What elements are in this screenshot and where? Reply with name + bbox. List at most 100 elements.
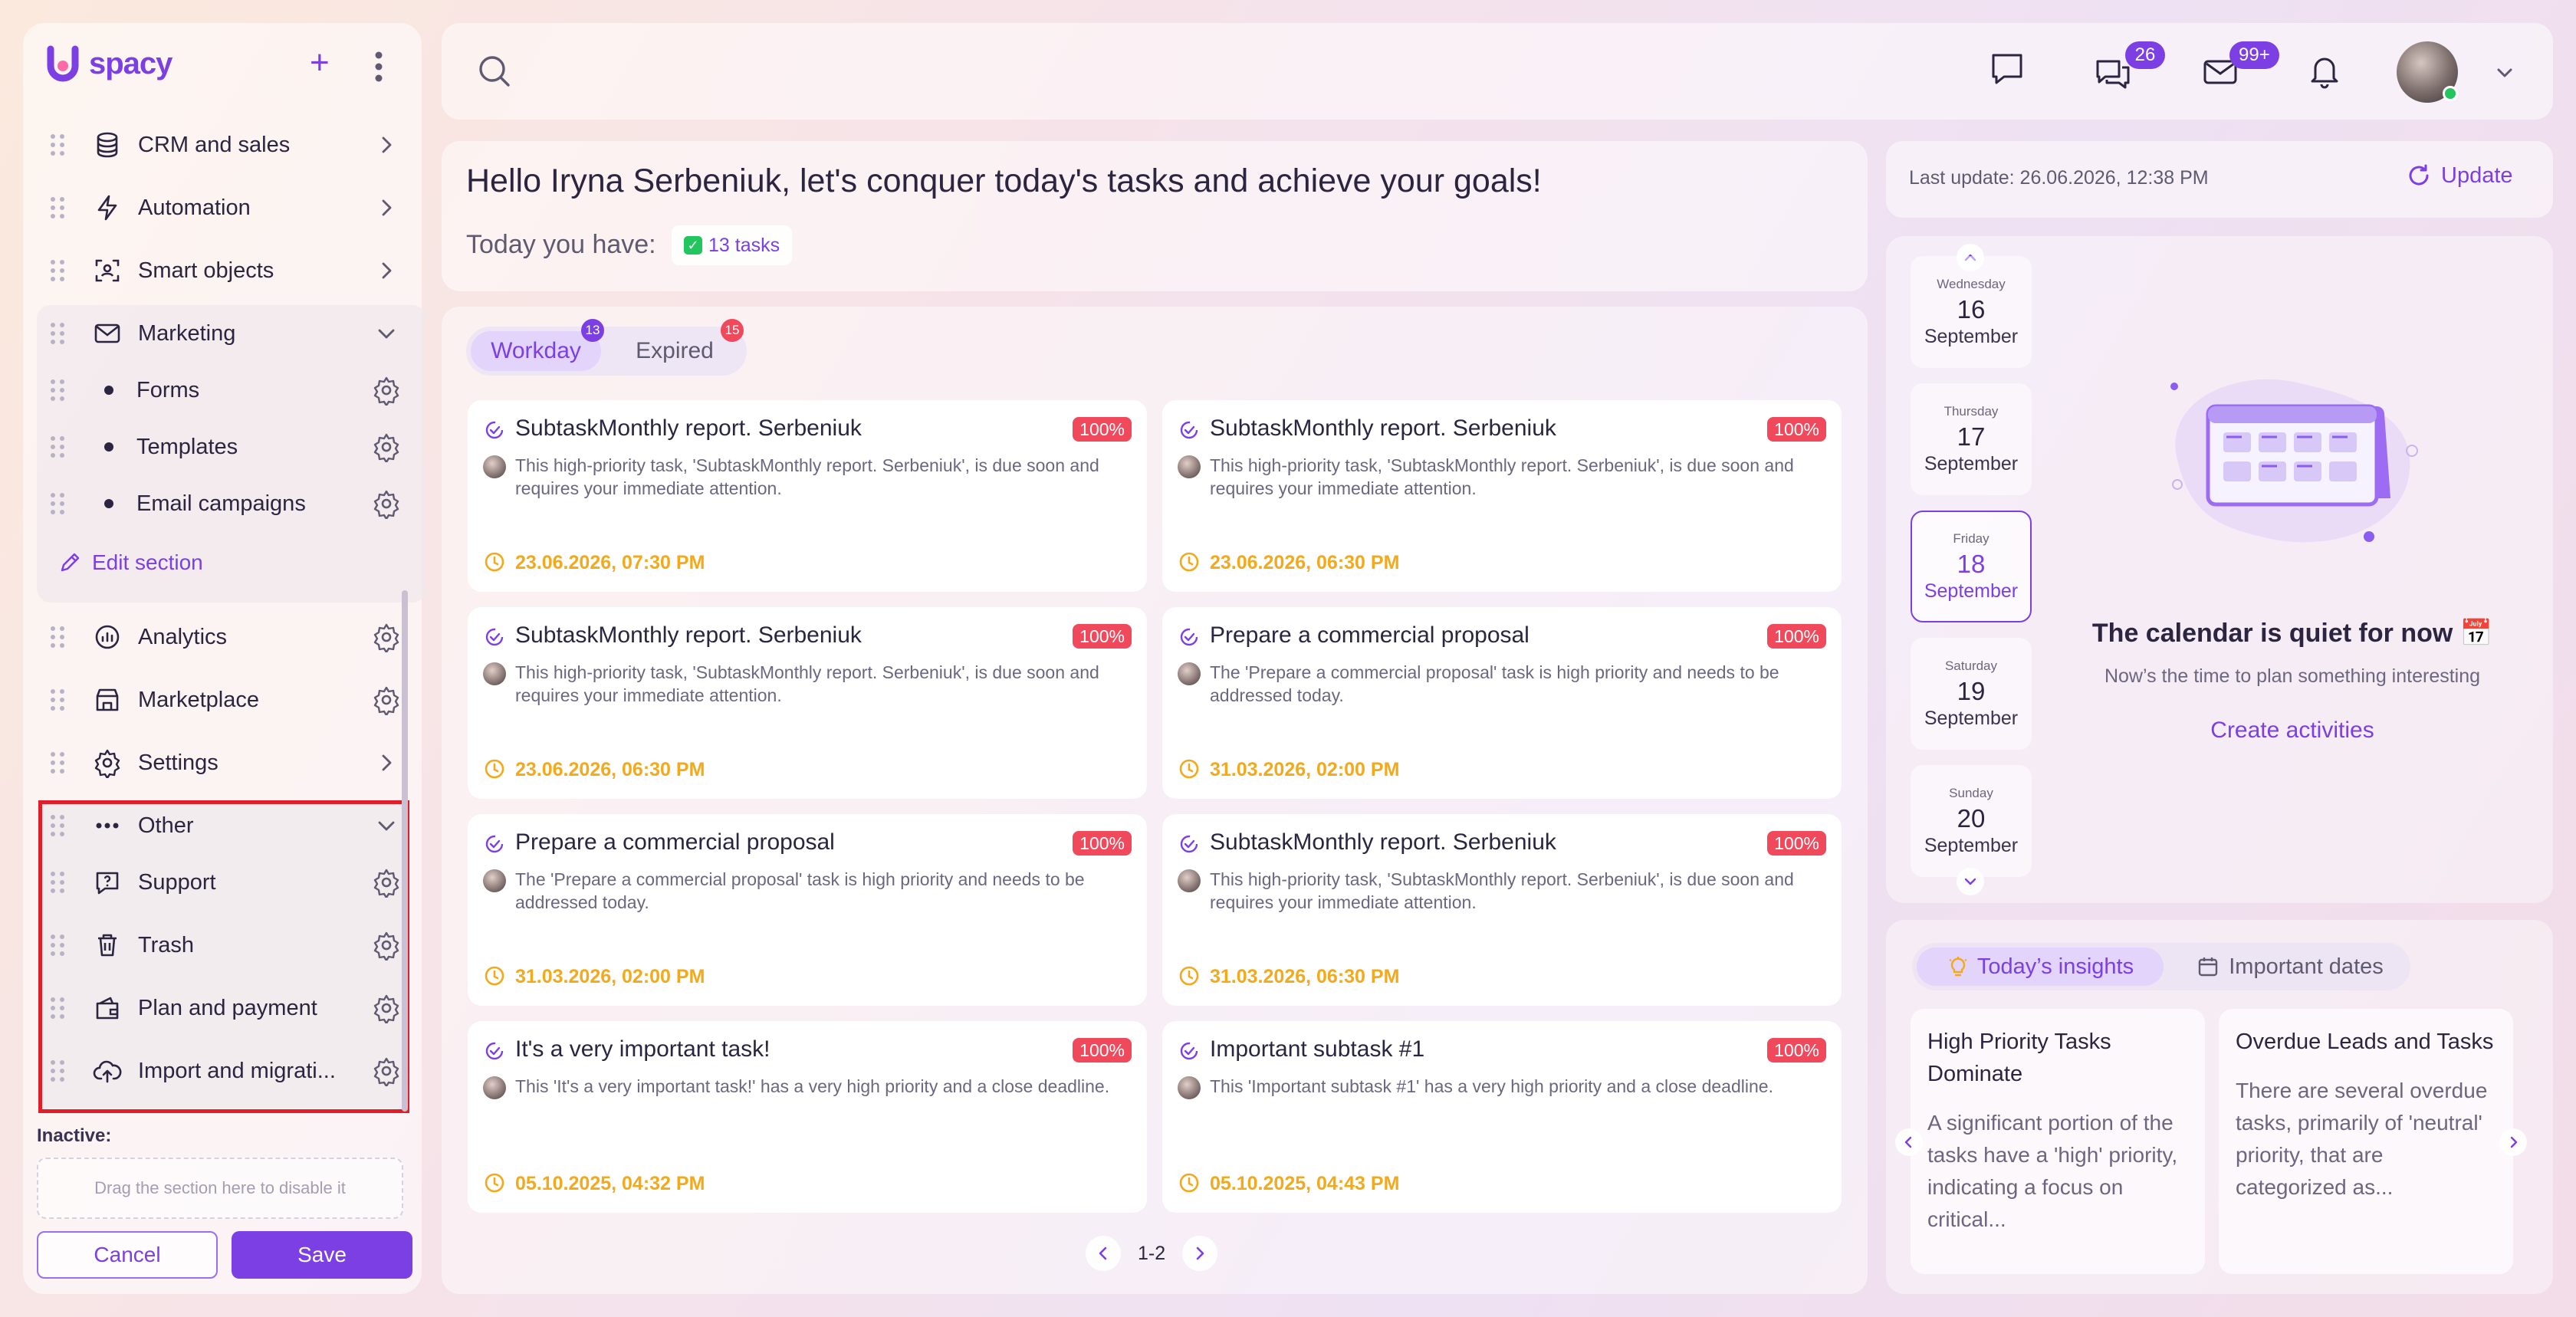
calendar-day[interactable]: Wednesday 16 September [1911, 256, 2032, 368]
add-button[interactable]: + [310, 46, 330, 80]
sidebar-subitem-email-campaigns[interactable]: Email campaigns [37, 472, 414, 535]
logo-text: spacy [89, 46, 172, 80]
create-activities-link[interactable]: Create activities [2070, 718, 2515, 744]
chevron-right-icon[interactable] [371, 130, 402, 160]
sidebar-item-label: Smart objects [138, 258, 274, 283]
task-deadline: 31.03.2026, 06:30 PM [1210, 966, 1400, 987]
drag-handle-icon[interactable] [51, 260, 71, 281]
day-month: September [1924, 325, 2019, 347]
update-label: Update [2441, 163, 2513, 188]
insight-card[interactable]: High Priority Tasks Dominate A significa… [1911, 1009, 2205, 1274]
drag-handle-icon[interactable] [51, 134, 71, 156]
sidebar-item-analytics[interactable]: Analytics [37, 606, 414, 668]
drag-handle-icon[interactable] [51, 493, 71, 514]
insights-prev-button[interactable] [1895, 1128, 1923, 1156]
task-check-icon [485, 1042, 504, 1060]
clock-icon [1179, 552, 1199, 572]
bell-icon[interactable] [2305, 51, 2344, 90]
last-update-text: Last update: 26.06.2026, 12:38 PM [1909, 167, 2209, 189]
prev-page-button[interactable] [1086, 1236, 1121, 1271]
task-card[interactable]: SubtaskMonthly report. Serbeniuk 100% This… [1162, 814, 1842, 1006]
drag-handle-icon[interactable] [51, 379, 71, 401]
gear-icon[interactable] [371, 622, 402, 652]
gear-icon[interactable] [371, 685, 402, 715]
calendar-day[interactable]: Friday 18 September [1911, 511, 2032, 622]
chevron-right-icon[interactable] [371, 192, 402, 223]
calendar-day[interactable]: Thursday 17 September [1911, 383, 2032, 495]
task-title: SubtaskMonthly report. Serbeniuk [1210, 829, 1556, 855]
sidebar-item-smart-objects[interactable]: Smart objects [37, 239, 414, 302]
task-card[interactable]: Prepare a commercial proposal 100% The 'Pr… [1162, 607, 1842, 799]
day-number: 17 [1957, 422, 1986, 451]
edit-section-link[interactable]: Edit section [58, 550, 203, 575]
edit-section-label: Edit section [92, 550, 203, 574]
tab-important-dates[interactable]: Important dates [2174, 948, 2406, 986]
update-button[interactable]: Update [2406, 163, 2513, 189]
task-description: This high-priority task, 'SubtaskMonthly… [515, 455, 1099, 498]
gear-icon[interactable] [371, 432, 402, 462]
assignee-avatar [1178, 869, 1201, 892]
day-name: Wednesday [1937, 276, 2006, 291]
gear-icon[interactable] [371, 488, 402, 519]
day-name: Saturday [1944, 658, 1998, 673]
search-icon[interactable] [475, 52, 515, 92]
task-check-icon [1180, 628, 1198, 646]
assignee-avatar [483, 455, 506, 478]
chat-icon[interactable] [1987, 49, 2027, 89]
tasks-count-chip[interactable]: ✓ 13 tasks [672, 225, 793, 265]
task-description: The 'Prepare a commercial proposal' task… [1210, 662, 1779, 705]
insights-next-button[interactable] [2499, 1128, 2527, 1156]
task-deadline: 23.06.2026, 07:30 PM [515, 552, 705, 573]
sidebar-subitem-templates[interactable]: Templates [37, 415, 414, 478]
sidebar-item-label: Marketing [138, 320, 236, 346]
sidebar-item-marketplace[interactable]: Marketplace [37, 668, 414, 731]
gear-icon[interactable] [371, 375, 402, 406]
save-button[interactable]: Save [232, 1231, 412, 1279]
drag-handle-icon[interactable] [51, 323, 71, 344]
task-deadline: 31.03.2026, 02:00 PM [1210, 759, 1400, 780]
task-deadline: 23.06.2026, 06:30 PM [1210, 552, 1400, 573]
sidebar-item-automation[interactable]: Automation [37, 176, 414, 239]
inactive-drop-zone[interactable]: Drag the section here to disable it [37, 1158, 403, 1219]
calendar-icon [2199, 957, 2218, 977]
drag-handle-icon[interactable] [51, 436, 71, 458]
task-description: This high-priority task, 'SubtaskMonthly… [1210, 455, 1794, 498]
task-deadline: 31.03.2026, 02:00 PM [515, 966, 705, 987]
task-card[interactable]: SubtaskMonthly report. Serbeniuk 100% This… [468, 400, 1147, 592]
task-card[interactable]: It's a very important task! 100% This 'It'… [468, 1021, 1147, 1213]
more-vertical-icon[interactable] [374, 51, 383, 83]
chevron-down-icon[interactable] [2492, 60, 2518, 86]
tab-todays-insights[interactable]: Today’s insights [1917, 948, 2164, 986]
chevron-down-icon[interactable] [371, 318, 402, 349]
logo-icon [47, 45, 79, 82]
sidebar-subitem-forms[interactable]: Forms [37, 359, 414, 422]
next-page-button[interactable] [1182, 1236, 1218, 1271]
sidebar-item-label: Forms [136, 377, 200, 402]
logo[interactable]: spacy [46, 44, 172, 83]
task-check-icon [485, 628, 504, 646]
sidebar-item-marketing[interactable]: Marketing [37, 302, 414, 365]
assignee-avatar [1178, 455, 1201, 478]
sidebar-scrollbar[interactable] [402, 590, 408, 1112]
sidebar-item-settings[interactable]: Settings [37, 731, 414, 794]
cancel-button[interactable]: Cancel [37, 1231, 218, 1279]
calendar-day[interactable]: Sunday 20 September [1911, 765, 2032, 877]
insight-card[interactable]: Overdue Leads and Tasks There are severa… [2219, 1009, 2513, 1274]
task-card[interactable]: Prepare a commercial proposal 100% The 'Pr… [468, 814, 1147, 1006]
tab-expired[interactable]: Expired [613, 331, 736, 371]
drag-handle-icon[interactable] [51, 689, 71, 711]
task-card[interactable]: Important subtask #1 100% This 'Important … [1162, 1021, 1842, 1213]
calendar-down-button[interactable] [1957, 868, 1984, 895]
tab-workday[interactable]: Workday [471, 331, 601, 371]
sidebar-item-crm[interactable]: CRM and sales [37, 113, 414, 176]
calendar-day[interactable]: Saturday 19 September [1911, 638, 2032, 750]
drag-handle-icon[interactable] [51, 197, 71, 218]
task-deadline: 05.10.2025, 04:43 PM [1210, 1173, 1400, 1194]
task-card[interactable]: SubtaskMonthly report. Serbeniuk 100% This… [1162, 400, 1842, 592]
insight-title: High Priority Tasks Dominate [1927, 1030, 2111, 1086]
chevron-right-icon[interactable] [371, 747, 402, 778]
drag-handle-icon[interactable] [51, 752, 71, 773]
drag-handle-icon[interactable] [51, 626, 71, 648]
chevron-right-icon[interactable] [371, 255, 402, 286]
task-card[interactable]: SubtaskMonthly report. Serbeniuk 100% This… [468, 607, 1147, 799]
